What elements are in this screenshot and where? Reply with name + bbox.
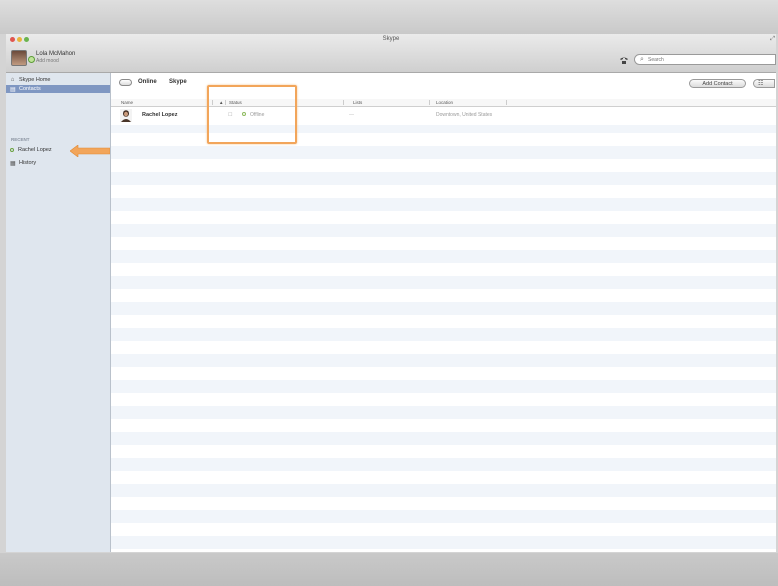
profile-name[interactable]: Lola McMahon xyxy=(36,51,75,57)
status-highlight-box xyxy=(207,85,297,144)
sidebar-item-history[interactable]: ▦ History xyxy=(6,159,110,167)
search-icon: ⌕ xyxy=(640,56,644,63)
skype-window: Skype ⤢ Lola McMahon Add mood ⌕ ⌂ Skype … xyxy=(6,34,776,552)
column-divider xyxy=(506,100,507,105)
recent-heading: RECENT xyxy=(11,137,30,142)
title-bar: Skype ⤢ Lola McMahon Add mood ⌕ xyxy=(6,34,776,73)
contacts-list: Rachel Lopez ☐ Offline — Downtown, Unite… xyxy=(111,107,776,552)
search-input[interactable] xyxy=(648,56,758,64)
column-lists[interactable]: Lists xyxy=(353,99,362,106)
dialpad-icon[interactable] xyxy=(619,56,629,65)
sidebar-item-label: Contacts xyxy=(19,86,41,92)
offline-status-icon xyxy=(10,148,14,152)
contact-avatar xyxy=(120,109,132,122)
bottom-frame-band xyxy=(0,553,778,586)
sidebar-item-rachel-lopez[interactable]: Rachel Lopez xyxy=(9,146,73,154)
sidebar-item-label: History xyxy=(19,160,37,166)
sidebar-item-skype-home[interactable]: ⌂ Skype Home xyxy=(6,76,110,84)
contact-name: Rachel Lopez xyxy=(142,112,178,118)
sidebar-item-contacts[interactable]: ▤ Contacts xyxy=(6,85,110,93)
window-title: Skype xyxy=(382,36,400,42)
view-options-icon[interactable]: ☷ xyxy=(753,79,775,88)
contact-lists: — xyxy=(349,112,354,118)
contact-location: Downtown, United States xyxy=(436,112,493,118)
sidebar: ⌂ Skype Home ▤ Contacts RECENT Rachel Lo… xyxy=(6,73,111,552)
sidebar-item-label: Skype Home xyxy=(19,77,51,83)
home-icon: ⌂ xyxy=(10,77,15,83)
callout-arrow xyxy=(70,145,110,157)
search-field[interactable]: ⌕ xyxy=(634,54,776,65)
column-location[interactable]: Location xyxy=(436,99,453,106)
top-frame-band xyxy=(0,0,778,34)
profile-mood[interactable]: Add mood xyxy=(36,58,59,64)
filter-skype[interactable]: Skype xyxy=(169,79,187,85)
column-divider xyxy=(429,100,430,105)
profile-avatar[interactable] xyxy=(11,50,27,66)
column-name[interactable]: Name xyxy=(121,99,133,106)
history-icon: ▦ xyxy=(10,160,16,167)
contacts-icon: ▤ xyxy=(10,86,16,93)
expand-icon[interactable]: ⤢ xyxy=(770,36,775,43)
filter-toggle-button[interactable] xyxy=(119,79,132,86)
add-contact-button[interactable]: Add Contact xyxy=(689,79,746,88)
column-divider xyxy=(343,100,344,105)
contacts-pane: Online Skype Add Contact ☷ Name ▲ Status… xyxy=(111,73,776,552)
online-status-icon[interactable] xyxy=(28,56,35,63)
sidebar-item-label: Rachel Lopez xyxy=(18,147,52,153)
filter-online[interactable]: Online xyxy=(138,79,157,85)
